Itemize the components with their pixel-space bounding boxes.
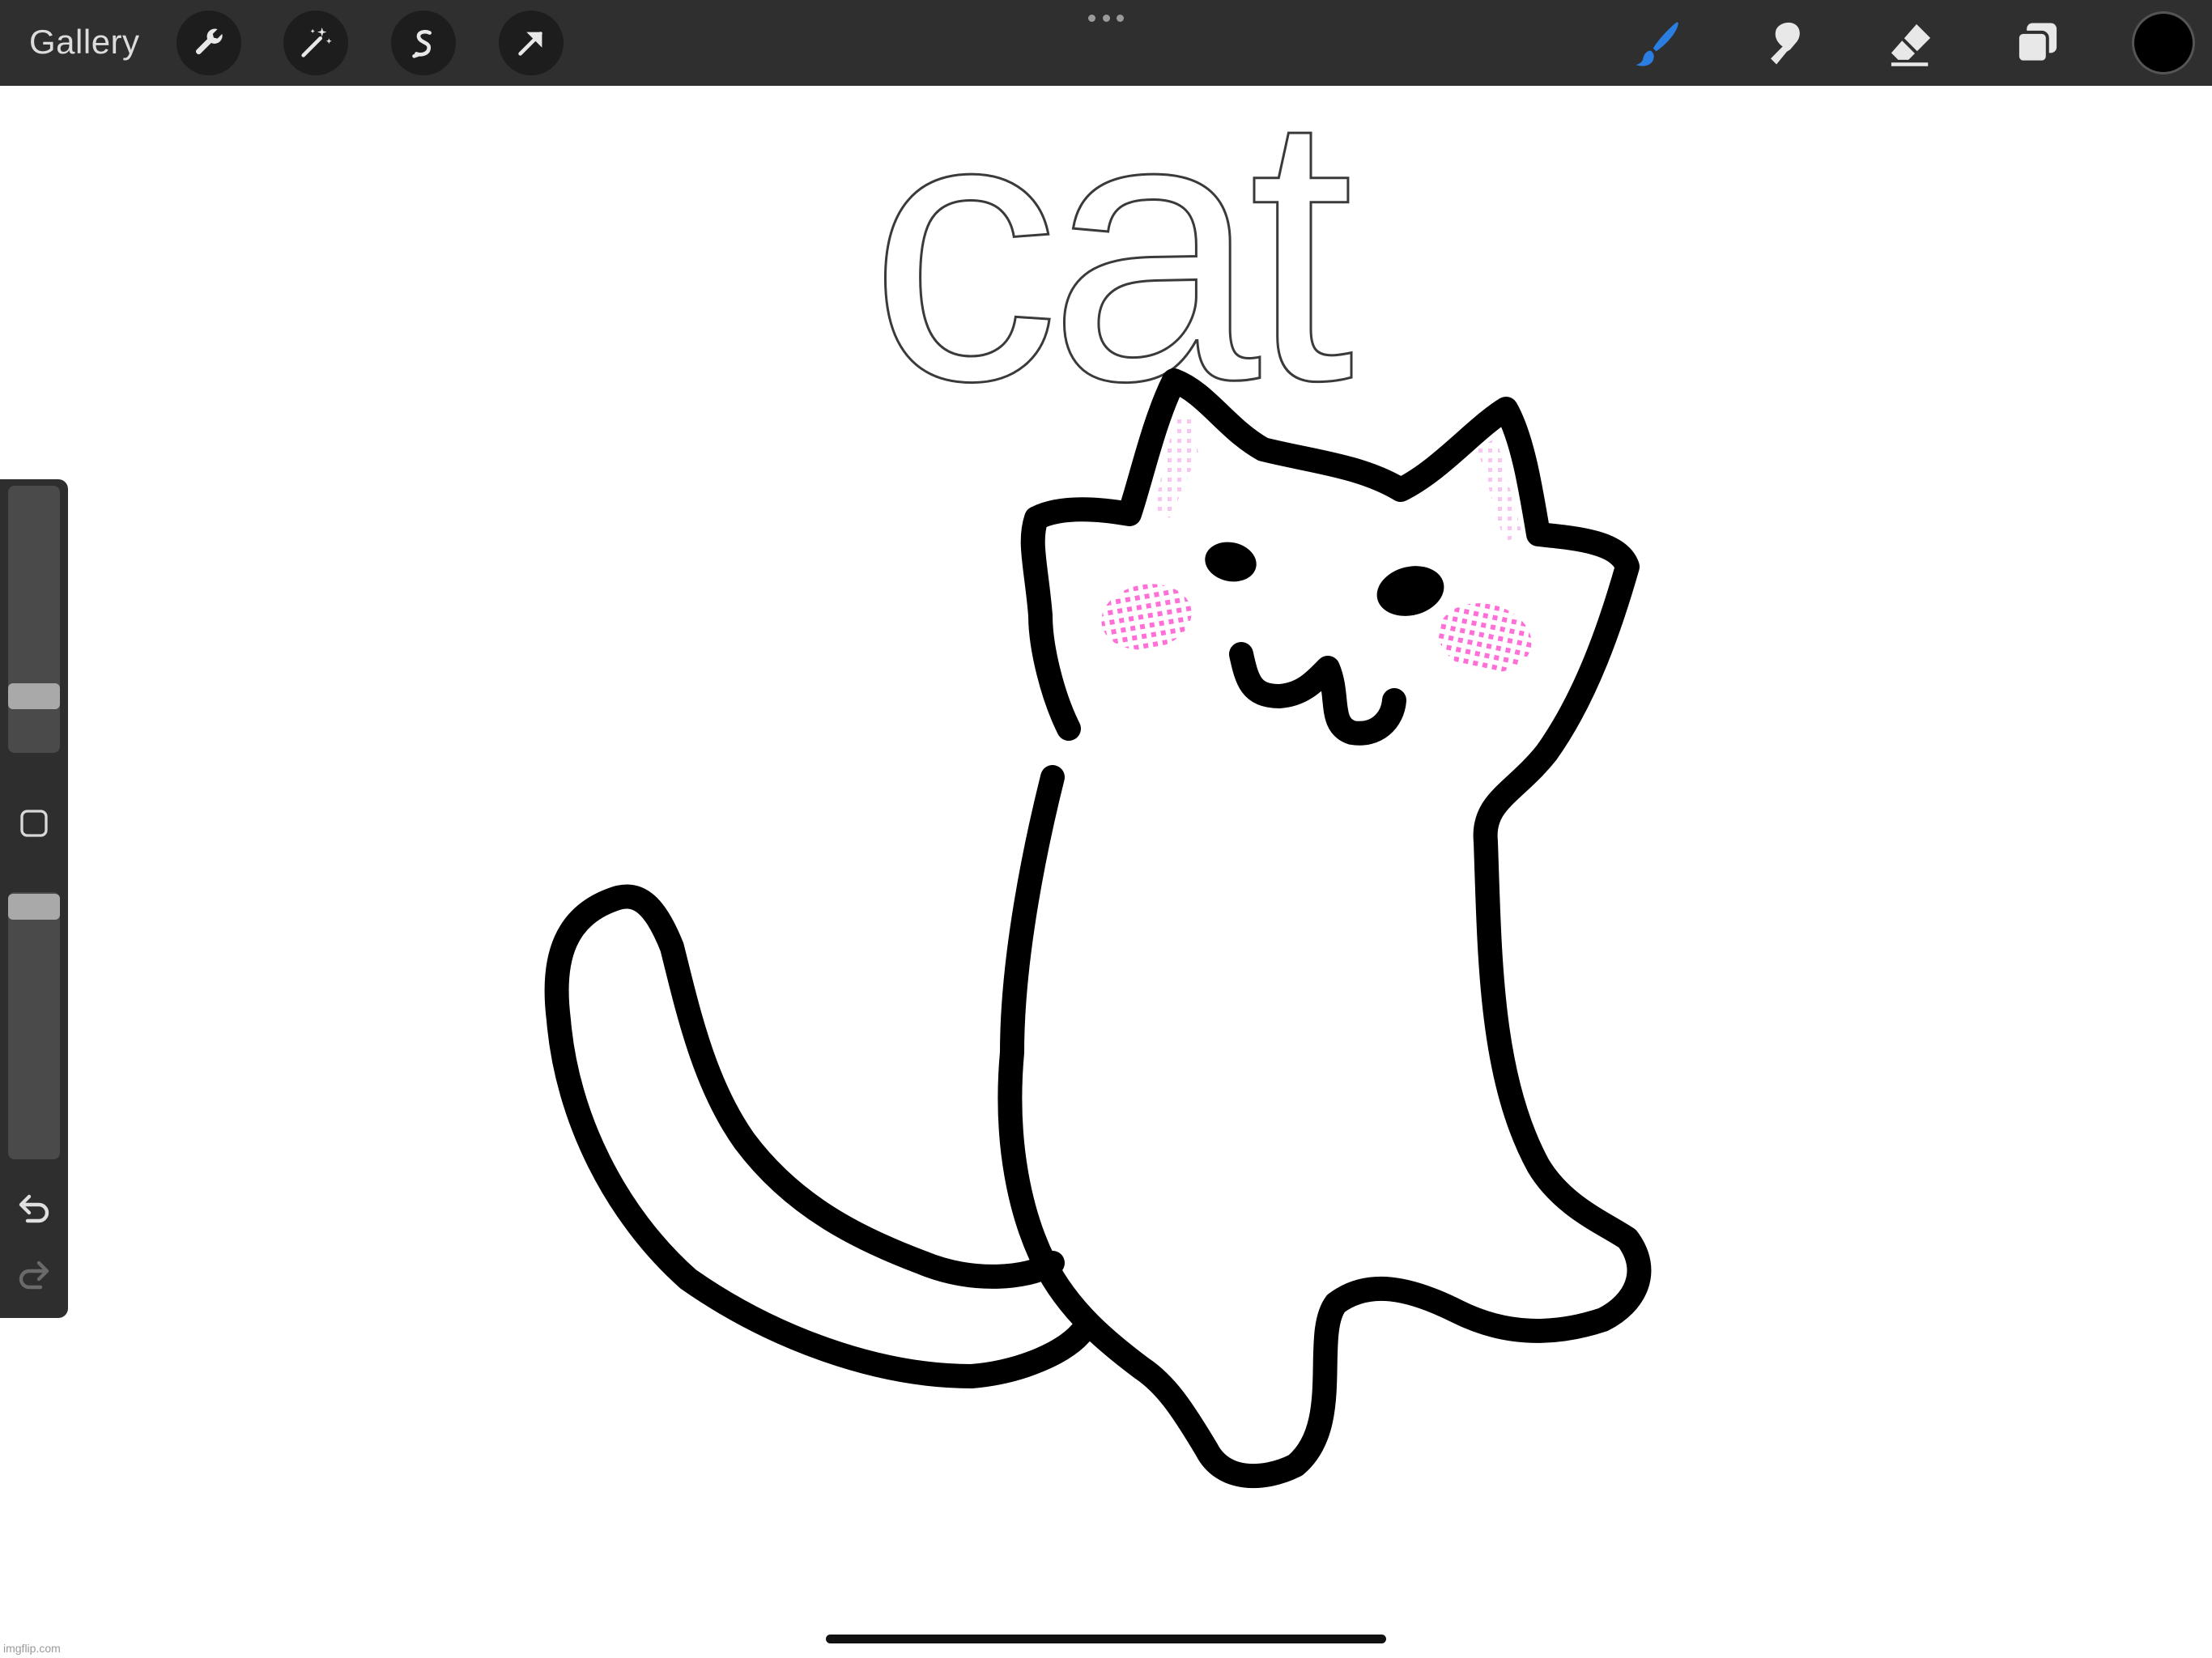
- right-cheek: [1438, 603, 1532, 673]
- wrench-icon[interactable]: [177, 11, 241, 75]
- top-toolbar: Gallery: [0, 0, 2212, 86]
- drawing-canvas[interactable]: cat: [0, 86, 2212, 1658]
- watermark: imgflip.com: [3, 1642, 61, 1655]
- color-picker-button[interactable]: [2134, 14, 2193, 72]
- brush-icon[interactable]: [1627, 15, 1686, 73]
- left-cheek: [1101, 584, 1192, 650]
- cat-left-eye: [1205, 542, 1257, 582]
- cat-text-layer: cat: [870, 86, 1356, 460]
- eraser-icon[interactable]: [1882, 15, 1940, 73]
- cat-body-outline: [998, 368, 1652, 1489]
- smudge-icon[interactable]: [1755, 15, 1814, 73]
- selection-s-icon[interactable]: [391, 11, 456, 75]
- magic-wand-icon[interactable]: [283, 11, 348, 75]
- layers-icon[interactable]: [2008, 15, 2066, 73]
- home-indicator[interactable]: [826, 1635, 1386, 1643]
- cat-mouth: [1229, 642, 1406, 746]
- cat-right-eye: [1376, 566, 1444, 616]
- gallery-button[interactable]: Gallery: [29, 18, 140, 66]
- arrow-transform-icon[interactable]: [499, 11, 564, 75]
- more-options-icon[interactable]: [1088, 11, 1124, 24]
